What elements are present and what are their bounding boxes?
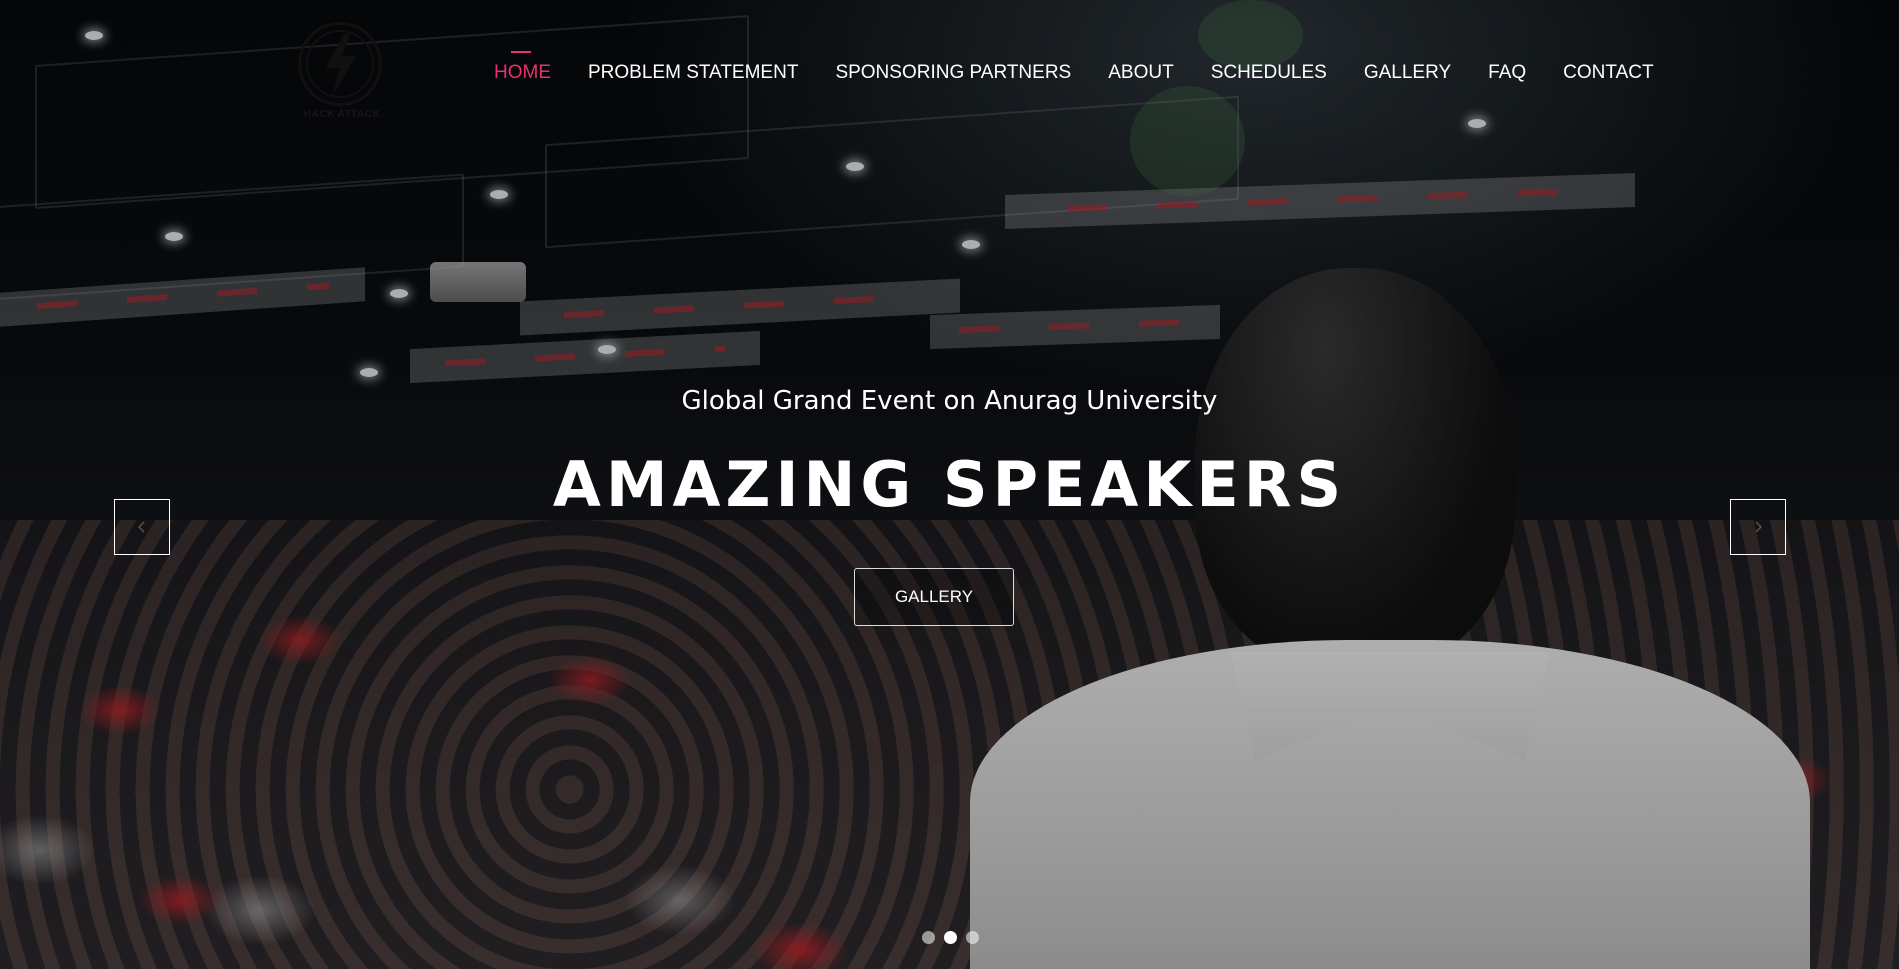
chevron-right-icon — [1755, 521, 1763, 533]
chevron-left-icon — [137, 521, 145, 533]
nav-item-contact[interactable]: CONTACT — [1563, 62, 1653, 84]
gallery-button[interactable]: GALLERY — [854, 568, 1014, 626]
nav-item-about[interactable]: ABOUT — [1108, 62, 1173, 84]
carousel-dot[interactable] — [966, 931, 979, 944]
main-nav: HOME PROBLEM STATEMENT SPONSORING PARTNE… — [494, 51, 1691, 84]
carousel-dot-active[interactable] — [944, 931, 957, 944]
nav-item-sponsoring-partners[interactable]: SPONSORING PARTNERS — [835, 62, 1071, 84]
carousel-dot[interactable] — [922, 931, 935, 944]
hero-subtitle: Global Grand Event on Anurag University — [681, 386, 1218, 416]
carousel-indicators — [922, 931, 979, 944]
lightning-bolt-icon — [326, 34, 356, 96]
nav-item-schedules[interactable]: SCHEDULES — [1211, 62, 1327, 84]
nav-item-problem-statement[interactable]: PROBLEM STATEMENT — [588, 62, 798, 84]
carousel-prev-button[interactable] — [114, 499, 170, 555]
logo-text: HACK ATTACK — [303, 109, 381, 120]
nav-item-gallery[interactable]: GALLERY — [1364, 62, 1451, 84]
hero-headline: AMAZING SPEAKERS — [552, 448, 1347, 521]
carousel-next-button[interactable] — [1730, 499, 1786, 555]
nav-item-faq[interactable]: FAQ — [1488, 62, 1526, 84]
nav-item-home[interactable]: HOME — [494, 51, 551, 84]
site-logo[interactable]: HACK ATTACK — [296, 20, 388, 122]
